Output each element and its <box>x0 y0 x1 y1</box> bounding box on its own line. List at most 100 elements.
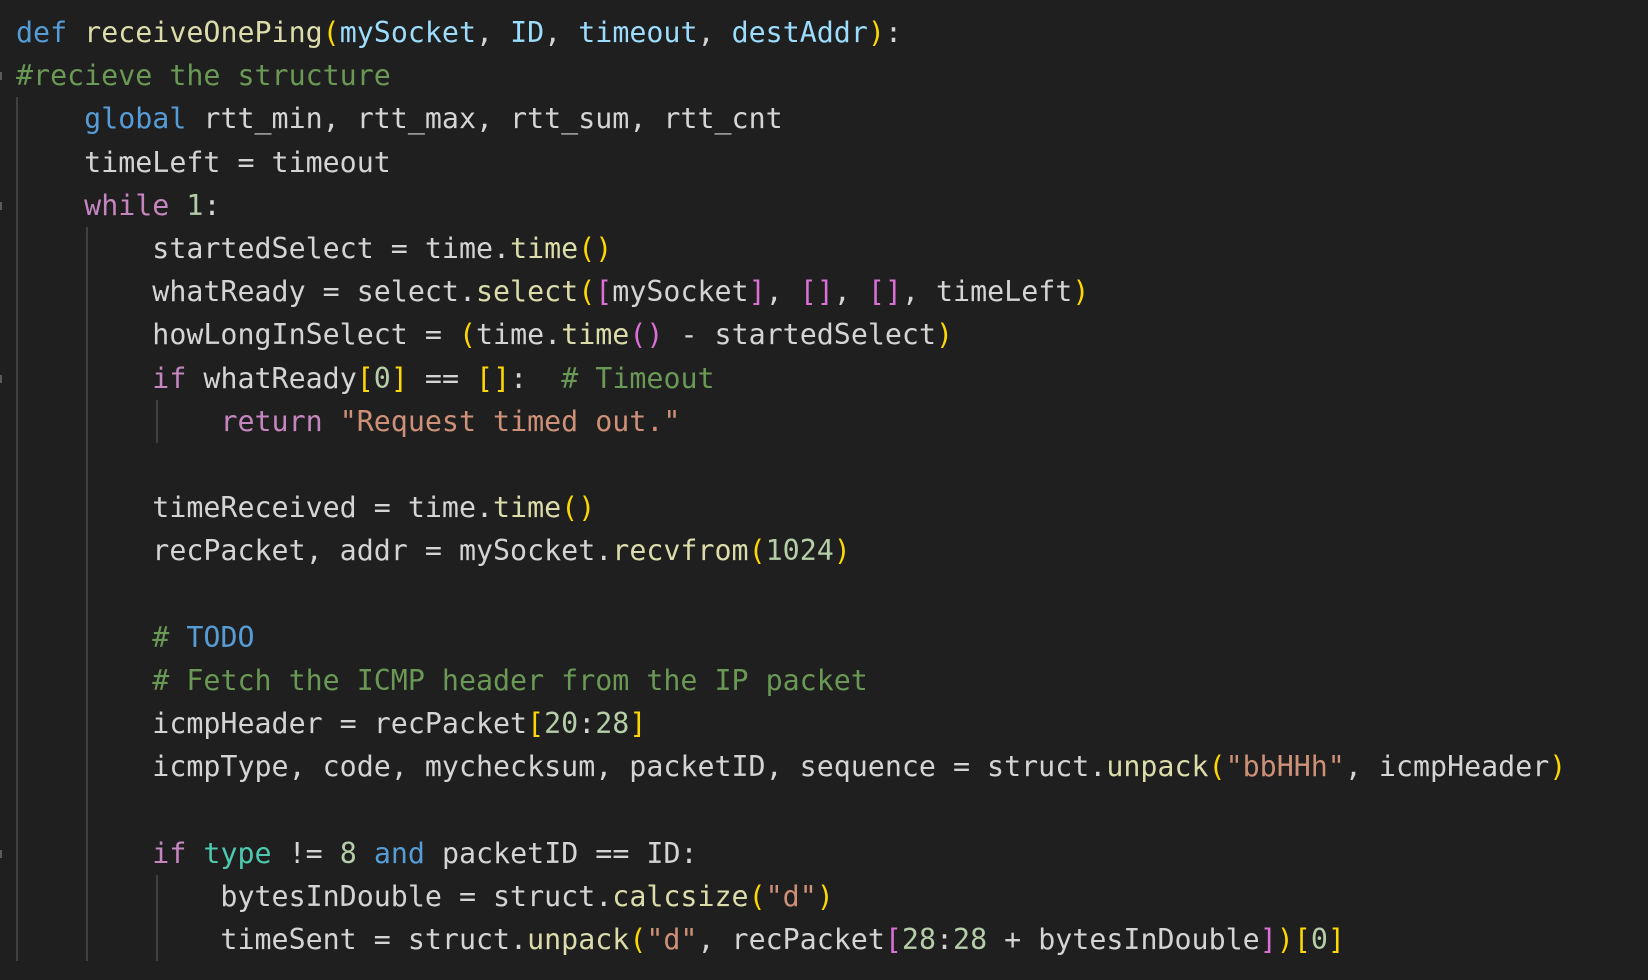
indent-guide <box>16 226 18 271</box>
code-line[interactable]: # Fetch the ICMP header from the IP pack… <box>0 658 1648 702</box>
code-token: [] <box>799 275 834 309</box>
code-line[interactable]: startedSelect = time.time() <box>0 226 1648 271</box>
indent-guide <box>16 399 18 443</box>
code-line[interactable] <box>0 572 1648 616</box>
code-token: def <box>16 16 68 49</box>
code-line[interactable]: timeSent = struct.unpack("d", recPacket[… <box>0 917 1648 962</box>
code-line[interactable]: global rtt_min, rtt_max, rtt_sum, rtt_cn… <box>0 97 1648 141</box>
code-token: type <box>203 836 272 870</box>
indent-guide <box>86 831 88 875</box>
code-line[interactable]: #recieve the structure <box>0 54 1648 97</box>
fold-marker-icon[interactable] <box>0 201 6 210</box>
code-token: receiveOnePing <box>84 16 323 49</box>
code-editor[interactable]: def receiveOnePing(mySocket, ID, timeout… <box>0 0 1648 980</box>
code-line[interactable]: timeReceived = time.time() <box>0 486 1648 530</box>
code-token: , <box>544 16 579 49</box>
indent-guide <box>156 874 158 918</box>
code-line[interactable]: icmpHeader = recPacket[20:28] <box>0 702 1648 746</box>
code-token: ) <box>833 534 851 568</box>
code-token: : <box>203 188 221 222</box>
code-token: : <box>578 707 596 740</box>
code-line[interactable]: howLongInSelect = (time.time() - started… <box>0 313 1648 357</box>
indent-guide <box>86 615 88 659</box>
code-token: mySocket <box>339 16 477 49</box>
code-token: "bbHHh" <box>1225 750 1345 784</box>
code-token: - startedSelect <box>663 318 937 352</box>
code-token: ) <box>1276 922 1294 956</box>
code-token: ) <box>1072 275 1090 309</box>
code-line[interactable]: while 1: <box>0 183 1648 227</box>
code-line[interactable]: whatReady = select.select([mySocket], []… <box>0 270 1648 314</box>
code-token: unpack <box>527 922 630 956</box>
fold-marker-icon[interactable] <box>0 849 6 858</box>
code-area[interactable]: def receiveOnePing(mySocket, ID, timeout… <box>0 11 1648 962</box>
code-line[interactable]: # TODO <box>0 615 1648 659</box>
indent-guide <box>16 442 18 487</box>
code-line[interactable]: icmpType, code, mychecksum, packetID, se… <box>0 745 1648 789</box>
code-token: () <box>629 318 664 352</box>
fold-marker-icon[interactable] <box>0 72 6 81</box>
code-token: 1 <box>186 188 204 222</box>
indent-guide <box>86 874 88 918</box>
code-line[interactable]: timeLeft = timeout <box>0 140 1648 184</box>
code-token: icmpType, code, mychecksum, packetID, se… <box>16 750 1107 784</box>
code-token: destAddr <box>731 16 868 49</box>
fold-marker-icon[interactable] <box>0 374 6 383</box>
code-token: ] <box>748 275 766 309</box>
code-line[interactable]: bytesInDouble = struct.calcsize("d") <box>0 874 1648 918</box>
code-token: , <box>765 275 800 309</box>
code-token: , icmpHeader <box>1344 750 1550 784</box>
code-token: rtt_min, rtt_max, rtt_sum, rtt_cnt <box>186 102 783 136</box>
indent-guide <box>16 831 18 875</box>
indent-guide <box>16 658 18 702</box>
code-token: : <box>510 361 562 395</box>
code-token: ( <box>1208 750 1226 784</box>
code-token: [ <box>595 275 613 309</box>
indent-guide <box>16 529 18 573</box>
code-line[interactable]: recPacket, addr = mySocket.recvfrom(1024… <box>0 529 1648 573</box>
code-token: packetID == ID: <box>424 836 698 870</box>
indent-guide <box>16 745 18 789</box>
code-token: 8 <box>339 836 357 870</box>
indent-guide <box>16 270 18 314</box>
code-token: startedSelect = time. <box>16 231 511 265</box>
code-token: time <box>493 491 562 525</box>
code-token: ( <box>748 534 766 568</box>
code-line[interactable] <box>0 788 1648 832</box>
code-token: ID <box>510 16 545 49</box>
code-token: ) <box>867 16 885 49</box>
code-token: icmpHeader = recPacket <box>16 707 528 740</box>
code-token: , timeLeft <box>901 275 1073 309</box>
code-line[interactable]: def receiveOnePing(mySocket, ID, timeout… <box>0 11 1648 54</box>
code-token: time <box>561 318 630 352</box>
code-token: 28 <box>901 922 936 956</box>
code-token: ( <box>578 275 596 309</box>
code-line[interactable]: if type != 8 and packetID == ID: <box>0 831 1648 875</box>
code-line[interactable] <box>0 442 1648 487</box>
code-line[interactable]: return "Request timed out." <box>0 399 1648 443</box>
code-line[interactable]: if whatReady[0] == []: # Timeout <box>0 356 1648 400</box>
code-token: , <box>697 16 732 49</box>
code-token: mySocket <box>612 275 749 309</box>
indent-guide <box>86 745 88 789</box>
indent-guide <box>16 313 18 357</box>
code-token: return <box>220 404 323 438</box>
code-token: , <box>833 275 868 309</box>
code-token: "Request timed out." <box>339 404 681 438</box>
indent-guide <box>86 572 88 616</box>
code-token: recvfrom <box>612 534 749 568</box>
indent-guide <box>86 356 88 400</box>
code-token: 0 <box>373 361 391 395</box>
code-token: 1024 <box>765 534 834 568</box>
indent-guide <box>16 788 18 832</box>
indent-guide <box>16 140 18 184</box>
code-token: != <box>271 836 340 870</box>
code-token: ( <box>629 922 647 956</box>
code-token: bytesInDouble = struct. <box>16 879 613 913</box>
indent-guide <box>86 399 88 443</box>
